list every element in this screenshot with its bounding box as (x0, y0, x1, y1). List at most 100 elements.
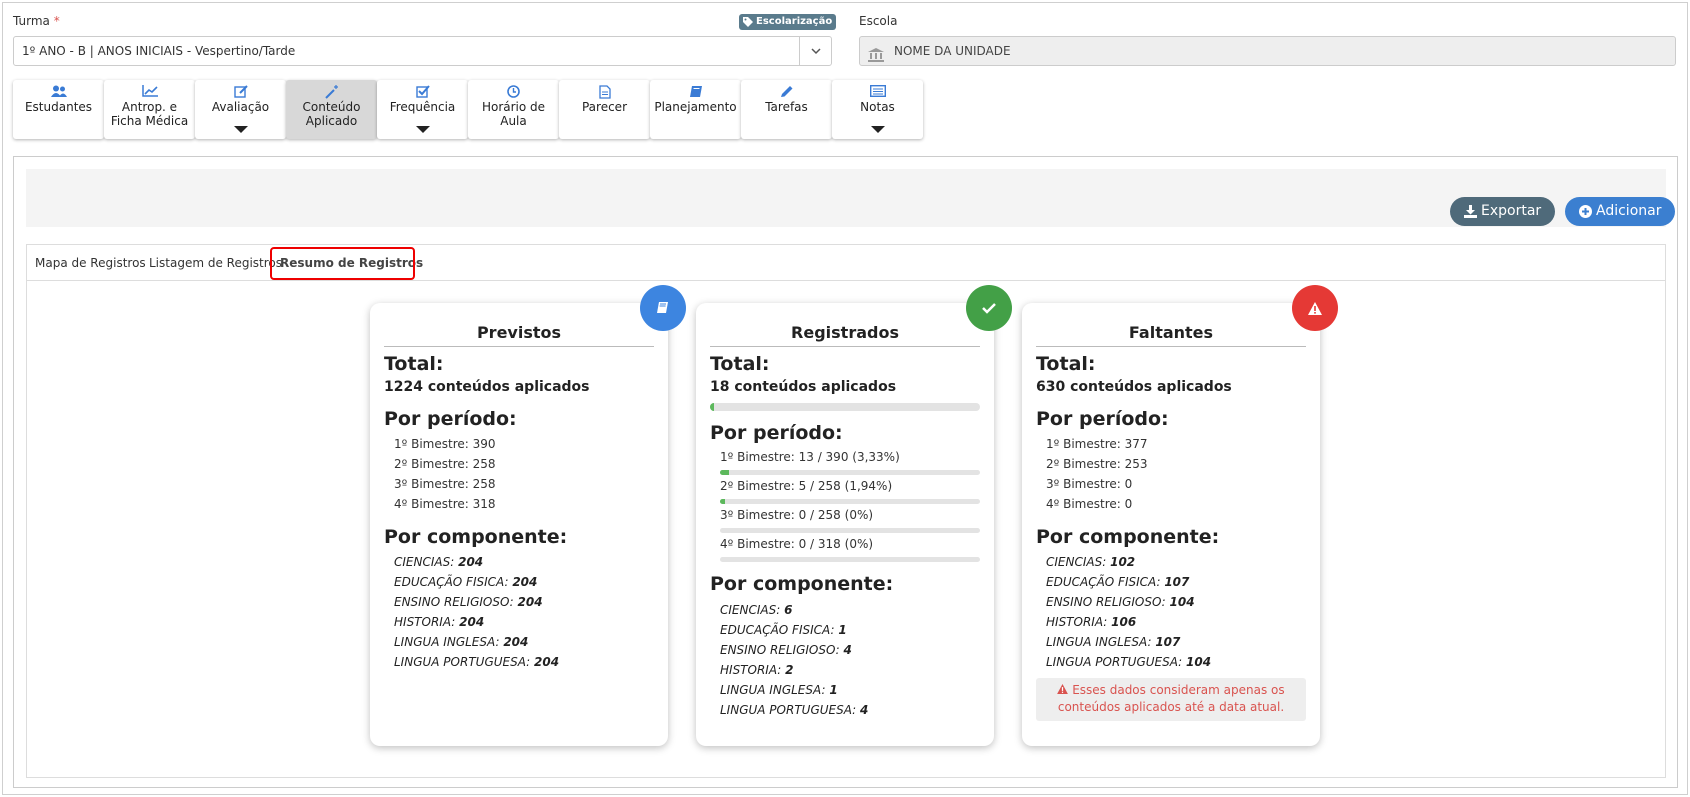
registrados-period-progress (720, 557, 980, 562)
required-mark: * (53, 14, 60, 28)
toolbar-label-line-1: Estudantes (24, 100, 93, 114)
magic-wand-icon (286, 85, 377, 99)
component-value: 104 (1186, 655, 1212, 669)
component-name: EDUCAÇÃO FISICA: (394, 575, 509, 589)
toolbar-button-estudantes[interactable]: Estudantes (13, 80, 104, 139)
toolbar-button-avaliacao[interactable]: Avaliação (195, 80, 286, 139)
bank-icon (868, 44, 884, 72)
registrados-periodo-label: Por período: (710, 422, 843, 444)
turma-label: Turma * (13, 14, 60, 28)
toolbar-button-horario-de-aula[interactable]: Horário de Aula (468, 80, 559, 139)
tab-listagem-de-registros[interactable]: Listagem de Registros (149, 256, 282, 270)
previstos-total-value: 1224 conteúdos aplicados (384, 379, 590, 395)
registrados-component-line: CIENCIAS: 6 (720, 603, 792, 617)
registrados-component-line: EDUCAÇÃO FISICA: 1 (720, 623, 847, 637)
tab-mapa-de-registros[interactable]: Mapa de Registros (35, 256, 146, 270)
faltantes-period-line: 3º Bimestre: 0 (1046, 477, 1133, 491)
registrados-period-line: 4º Bimestre: 0 / 318 (0%) (720, 537, 874, 551)
component-value: 104 (1169, 595, 1195, 609)
escolarizacao-tag-label: Escolarização (756, 16, 833, 27)
component-value: 204 (459, 615, 485, 629)
registrados-period-progress (720, 528, 980, 533)
toolbar-button-label: Horário de Aula (468, 100, 559, 128)
active-tab-highlight (270, 247, 415, 280)
component-name: LINGUA PORTUGUESA: (1046, 655, 1183, 669)
toolbar-button-tarefas[interactable]: Tarefas (741, 80, 832, 139)
toolbar-button-label: Tarefas (741, 100, 832, 114)
component-name: EDUCAÇÃO FISICA: (720, 623, 835, 637)
escola-value: NOME DA UNIDADE (894, 44, 1011, 58)
caret-down-icon[interactable] (870, 126, 885, 133)
previstos-period-line: 1º Bimestre: 390 (394, 437, 496, 451)
faltantes-component-line: LINGUA PORTUGUESA: 104 (1046, 655, 1211, 669)
faltantes-componente-label: Por componente: (1036, 526, 1220, 548)
registrados-component-line: HISTORIA: 2 (720, 663, 794, 677)
faltantes-component-line: CIENCIAS: 102 (1046, 555, 1135, 569)
export-button-label: Exportar (1481, 203, 1542, 219)
toolbar-button-parecer[interactable]: Parecer (559, 80, 650, 139)
toolbar-button-label: Planejamento (650, 100, 741, 114)
export-button[interactable]: Exportar (1450, 197, 1556, 226)
component-value: 204 (534, 655, 560, 669)
component-name: CIENCIAS: (394, 555, 455, 569)
component-value: 102 (1110, 555, 1136, 569)
escolarizacao-tag: Escolarização (739, 14, 837, 30)
warning-text-line-1: Esses dados consideram apenas os (1072, 683, 1285, 697)
component-name: EDUCAÇÃO FISICA: (1046, 575, 1161, 589)
caret-down-icon[interactable] (233, 126, 248, 133)
component-value: 204 (503, 635, 529, 649)
add-button-label: Adicionar (1596, 203, 1662, 219)
toolbar-button-label: Avaliação (195, 100, 286, 114)
component-value: 1 (838, 623, 847, 637)
component-value: 107 (1164, 575, 1190, 589)
previstos-componente-label: Por componente: (384, 526, 568, 548)
toolbar-button-frequencia[interactable]: Frequência (377, 80, 468, 139)
toolbar-label-line-1: Frequência (389, 100, 456, 114)
faltantes-total-value: 630 conteúdos aplicados (1036, 379, 1232, 395)
component-name: LINGUA PORTUGUESA: (394, 655, 531, 669)
faltantes-component-line: HISTORIA: 106 (1046, 615, 1136, 629)
previstos-component-line: EDUCAÇÃO FISICA: 204 (394, 575, 537, 589)
component-name: LINGUA PORTUGUESA: (720, 703, 857, 717)
caret-down-icon[interactable] (415, 126, 430, 133)
component-name: HISTORIA: (720, 663, 782, 677)
escola-label: Escola (859, 14, 898, 28)
faltantes-period-line: 4º Bimestre: 0 (1046, 497, 1133, 511)
toolbar-button-antrop-ficha-medica[interactable]: Antrop. e Ficha Médica (104, 80, 195, 139)
previstos-component-line: HISTORIA: 204 (394, 615, 484, 629)
registrados-period-line: 3º Bimestre: 0 / 258 (0%) (720, 508, 874, 522)
add-button[interactable]: Adicionar (1565, 197, 1676, 226)
book-icon (650, 85, 741, 99)
chart-line-icon (104, 85, 195, 99)
warning-text-line-2: conteúdos aplicados até a data atual. (1057, 700, 1285, 714)
file-icon (559, 85, 650, 99)
turma-select[interactable]: 1º ANO - B | ANOS INICIAIS - Vespertino/… (13, 36, 832, 66)
toolbar-button-conteudo-aplicado[interactable]: Conteúdo Aplicado (286, 80, 377, 139)
component-name: LINGUA INGLESA: (1046, 635, 1152, 649)
toolbar-button-label: Conteúdo Aplicado (286, 100, 377, 128)
registrados-total-value: 18 conteúdos aplicados (710, 379, 897, 395)
previstos-component-line: LINGUA PORTUGUESA: 204 (394, 655, 559, 669)
component-value: 204 (512, 575, 538, 589)
chevron-down-icon[interactable] (799, 37, 831, 65)
toolbar-button-label: Parecer (559, 100, 650, 114)
toolbar-button-label: Frequência (377, 100, 468, 114)
toolbar-button-planejamento[interactable]: Planejamento (650, 80, 741, 139)
toolbar-button-notas[interactable]: Notas (832, 80, 923, 139)
clock-icon (468, 85, 559, 99)
toolbar-label-line-1: Parecer (581, 100, 628, 114)
download-icon (1464, 205, 1477, 218)
tag-icon (743, 17, 753, 27)
toolbar-button-label: Notas (832, 100, 923, 114)
component-name: LINGUA INGLESA: (720, 683, 826, 697)
faltantes-title: Faltantes (1036, 323, 1306, 347)
component-value: 204 (517, 595, 543, 609)
registrados-component-line: LINGUA PORTUGUESA: 4 (720, 703, 868, 717)
registrados-title: Registrados (710, 323, 980, 347)
previstos-component-line: ENSINO RELIGIOSO: 204 (394, 595, 543, 609)
component-value: 204 (458, 555, 484, 569)
component-value: 2 (785, 663, 794, 677)
registrados-total-progress (710, 403, 980, 411)
toolbar-button-label: Antrop. e Ficha Médica (104, 100, 195, 128)
turma-select-value: 1º ANO - B | ANOS INICIAIS - Vespertino/… (22, 44, 296, 58)
